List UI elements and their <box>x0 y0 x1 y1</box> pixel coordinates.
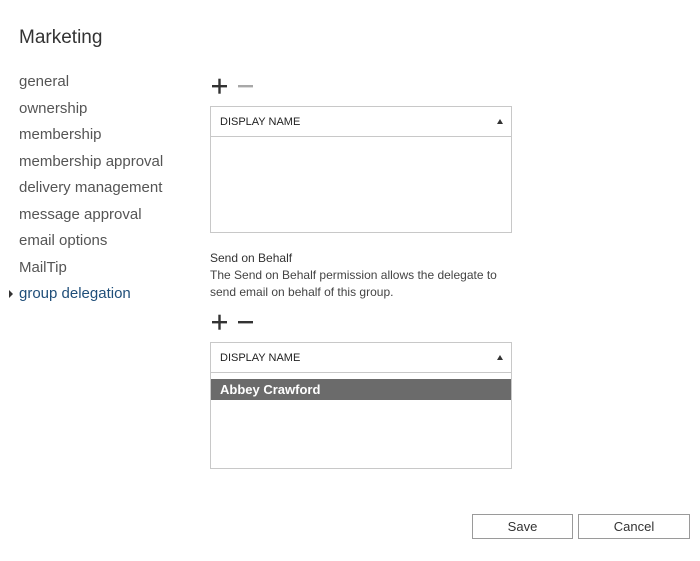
save-button[interactable]: Save <box>472 514 573 539</box>
selected-indicator-icon <box>9 290 13 298</box>
nav-item-membership-approval[interactable]: membership approval <box>19 151 163 178</box>
sort-ascending-icon <box>497 119 503 124</box>
send-as-list: DISPLAY NAME <box>210 106 512 233</box>
nav-item-email-options[interactable]: email options <box>19 230 163 257</box>
list-item[interactable]: Abbey Crawford <box>211 379 511 400</box>
send-on-behalf-label: Send on Behalf <box>210 251 293 265</box>
nav-item-mailtip[interactable]: MailTip <box>19 257 163 284</box>
add-send-on-behalf-button[interactable] <box>210 312 230 332</box>
nav-item-general[interactable]: general <box>19 71 163 98</box>
sidebar-nav: general ownership membership membership … <box>9 71 163 310</box>
plus-icon <box>212 78 227 94</box>
cancel-button[interactable]: Cancel <box>578 514 690 539</box>
nav-item-group-delegation[interactable]: group delegation <box>9 283 163 310</box>
send-on-behalf-description: The Send on Behalf permission allows the… <box>210 268 497 299</box>
page-title: Marketing <box>19 27 103 48</box>
minus-icon <box>238 321 253 324</box>
send-on-behalf-column-header[interactable]: DISPLAY NAME <box>211 343 511 373</box>
column-header-label: DISPLAY NAME <box>220 116 301 128</box>
sort-ascending-icon <box>497 355 503 360</box>
nav-item-delivery-management[interactable]: delivery management <box>19 177 163 204</box>
remove-send-on-behalf-button[interactable] <box>236 312 256 332</box>
plus-icon <box>212 314 227 330</box>
nav-item-ownership[interactable]: ownership <box>19 98 163 125</box>
send-as-column-header[interactable]: DISPLAY NAME <box>211 107 511 137</box>
column-header-label: DISPLAY NAME <box>220 352 301 364</box>
nav-item-membership[interactable]: membership <box>19 124 163 151</box>
nav-item-label: group delegation <box>19 285 131 302</box>
add-send-as-button[interactable] <box>210 76 230 96</box>
nav-item-message-approval[interactable]: message approval <box>19 204 163 231</box>
minus-icon <box>238 85 253 88</box>
send-on-behalf-list: DISPLAY NAME Abbey Crawford <box>210 342 512 469</box>
remove-send-as-button[interactable] <box>236 76 256 96</box>
